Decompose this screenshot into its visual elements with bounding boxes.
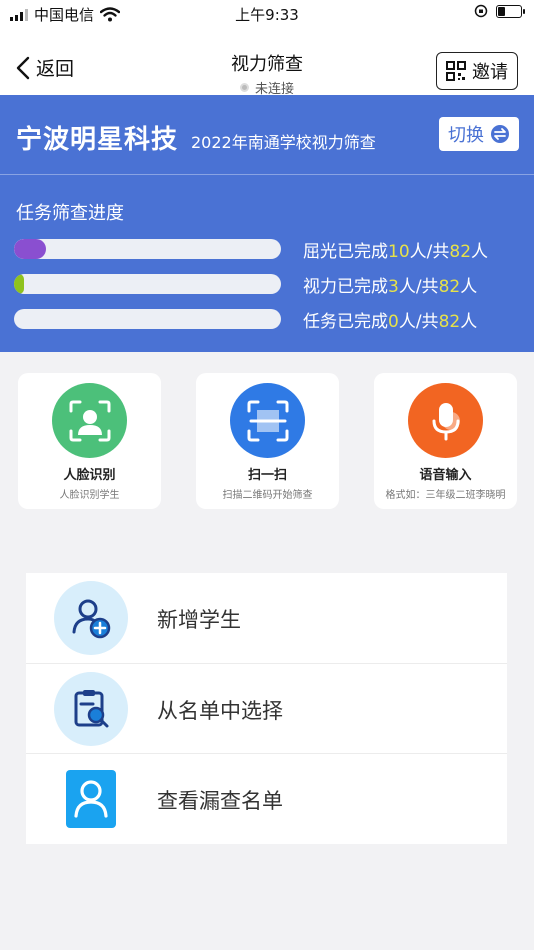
- microphone-icon: [408, 383, 483, 458]
- progress-text: 任务已完成0人/共82人: [303, 312, 478, 332]
- progress-row-refraction: 屈光已完成10人/共82人: [14, 237, 534, 262]
- voice-input-card[interactable]: 语音输入 格式如：三年级二班李晓明: [374, 373, 517, 509]
- progress-fill: [14, 239, 47, 259]
- clock: 上午9:33: [235, 6, 299, 24]
- view-missed-list-item[interactable]: 查看漏查名单: [26, 753, 507, 843]
- progress-row-task: 任务已完成0人/共82人: [14, 307, 534, 332]
- invite-label: 邀请: [472, 62, 508, 83]
- switch-task-button[interactable]: 切换: [439, 117, 519, 151]
- progress-title: 任务筛查进度: [16, 203, 124, 224]
- switch-icon: [491, 125, 509, 143]
- scan-title: 扫一扫: [247, 468, 287, 483]
- progress-track: [14, 239, 281, 259]
- voice-input-title: 语音输入: [419, 468, 472, 483]
- orientation-lock-icon: [474, 4, 488, 18]
- task-header: 宁波明星科技 2022年南通学校视力筛查 切换 任务筛查进度 屈光已完成10人/…: [0, 95, 534, 352]
- progress-row-vision: 视力已完成3人/共82人: [14, 272, 534, 297]
- navigation-bar: 返回 视力筛查 未连接 邀请: [0, 28, 534, 97]
- progress-track: [14, 309, 281, 329]
- clipboard-search-icon: [54, 672, 128, 746]
- voice-input-subtitle: 格式如：三年级二班李晓明: [385, 490, 506, 501]
- face-recognition-card[interactable]: 人脸识别 人脸识别学生: [18, 373, 161, 509]
- select-from-roster-label: 从名单中选择: [157, 699, 283, 723]
- status-right: [474, 4, 525, 18]
- progress-fill: [14, 274, 24, 294]
- add-user-icon: [54, 581, 128, 655]
- student-actions-list: 新增学生 从名单中选择 查看漏查名单: [26, 573, 507, 844]
- battery-icon: [496, 4, 525, 18]
- qr-code-icon: [446, 61, 466, 81]
- face-recognition-title: 人脸识别: [63, 468, 116, 483]
- status-dot-icon: [239, 83, 249, 92]
- add-student-label: 新增学生: [157, 608, 241, 632]
- task-name: 2022年南通学校视力筛查: [191, 133, 376, 152]
- face-recognition-subtitle: 人脸识别学生: [59, 490, 120, 501]
- organization-name: 宁波明星科技: [16, 125, 179, 155]
- status-bar: 中国电信 上午9:33: [0, 0, 534, 28]
- progress-text: 视力已完成3人/共82人: [303, 277, 478, 297]
- progress-text: 屈光已完成10人/共82人: [303, 242, 489, 262]
- header-divider: [0, 174, 534, 175]
- scan-card[interactable]: 扫一扫 扫描二维码开始筛查: [196, 373, 339, 509]
- switch-label: 切换: [448, 125, 484, 146]
- add-student-item[interactable]: 新增学生: [26, 573, 507, 663]
- scan-subtitle: 扫描二维码开始筛查: [222, 490, 313, 501]
- face-id-icon: [52, 383, 127, 458]
- view-missed-list-label: 查看漏查名单: [157, 789, 283, 813]
- select-from-roster-item[interactable]: 从名单中选择: [26, 663, 507, 753]
- user-card-icon: [54, 762, 128, 836]
- invite-button[interactable]: 邀请: [436, 52, 518, 90]
- progress-track: [14, 274, 281, 294]
- scan-icon: [230, 383, 305, 458]
